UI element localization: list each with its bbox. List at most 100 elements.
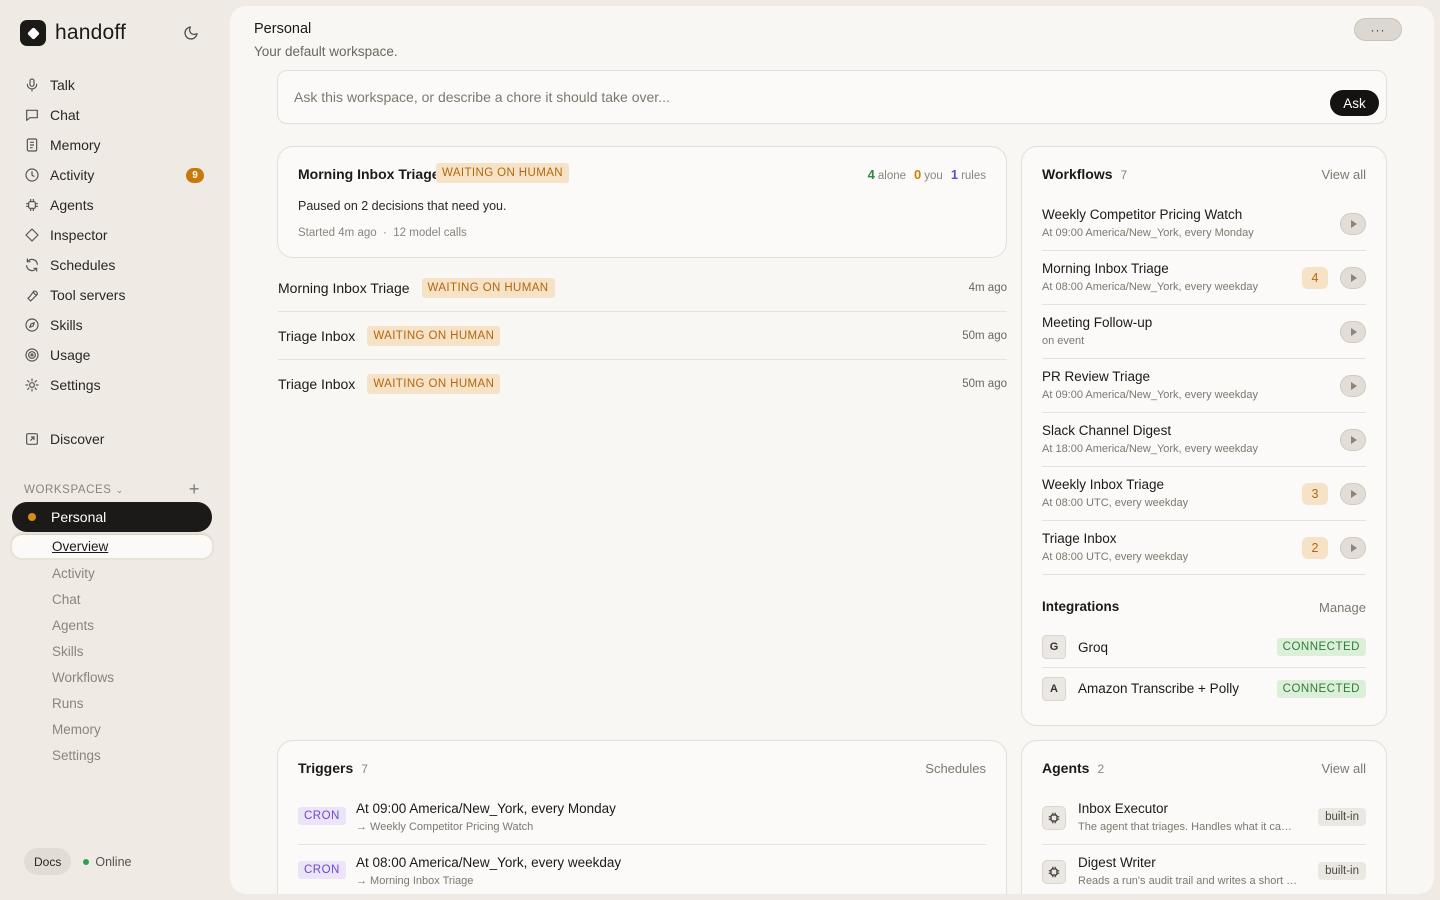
workflows-view-all-link[interactable]: View all: [1321, 167, 1366, 182]
more-options-button[interactable]: ···: [1354, 18, 1402, 41]
play-icon[interactable]: [1340, 267, 1366, 289]
ask-button[interactable]: Ask: [1330, 90, 1379, 116]
integration-name: Groq: [1078, 639, 1109, 655]
memory-icon: [26, 138, 38, 152]
play-icon[interactable]: [1340, 483, 1366, 505]
clock-icon: [25, 168, 39, 182]
status-badge: CONNECTED: [1276, 679, 1366, 698]
agent-row[interactable]: Inbox Executor The agent that triages. H…: [1042, 791, 1366, 845]
agents-view-all-link[interactable]: View all: [1321, 761, 1366, 776]
sidebar: handoff Talk Chat Memory Activity 9 Agen…: [0, 0, 230, 900]
ws-sub-runs[interactable]: Runs: [12, 690, 212, 716]
run-row[interactable]: Triage Inbox WAITING ON HUMAN 50m ago: [278, 360, 1007, 408]
status-badge: WAITING ON HUMAN: [367, 374, 501, 394]
trigger-target: → Morning Inbox Triage: [356, 875, 474, 887]
agent-icon: [26, 199, 38, 211]
trigger-row[interactable]: CRON At 09:00 America/New_York, every Mo…: [298, 791, 986, 845]
workflow-row[interactable]: Weekly Competitor Pricing Watch At 09:00…: [1042, 197, 1366, 251]
run-row[interactable]: Morning Inbox Triage WAITING ON HUMAN 4m…: [278, 264, 1007, 312]
trigger-schedule: At 08:00 America/New_York, every weekday: [356, 855, 622, 870]
ws-sub-agents[interactable]: Agents: [12, 612, 212, 638]
stat-alone: 4 alone: [867, 167, 907, 182]
chat-icon: [26, 109, 38, 121]
ws-sub-memory[interactable]: Memory: [12, 716, 212, 742]
agent-row[interactable]: Digest Writer Reads a run's audit trail …: [1042, 845, 1366, 894]
nav-label: Activity: [50, 167, 95, 183]
online-status: Online: [83, 855, 131, 869]
integration-row[interactable]: G Groq CONNECTED: [1042, 627, 1366, 668]
nav-item-talk[interactable]: Talk: [12, 70, 212, 100]
triggers-card: Triggers 7 Schedules CRON At 09:00 Americ…: [277, 740, 1007, 894]
page-description: Your default workspace.: [254, 44, 398, 59]
nav-item-tool-servers[interactable]: Tool servers: [12, 280, 212, 310]
workspace-current[interactable]: Personal: [12, 502, 212, 532]
ws-sub-workflows[interactable]: Workflows: [12, 664, 212, 690]
workflow-row[interactable]: Meeting Follow-up on event: [1042, 305, 1366, 359]
ws-sub-overview[interactable]: Overview: [12, 534, 212, 558]
nav-item-settings[interactable]: Settings: [12, 370, 212, 400]
workspaces-header[interactable]: WORKSPACES ⌄ +: [24, 479, 200, 500]
nav-label: Chat: [50, 107, 80, 123]
integrations-manage-link[interactable]: Manage: [1319, 600, 1366, 615]
add-workspace-icon[interactable]: +: [189, 479, 200, 500]
trigger-schedule: At 09:00 America/New_York, every Monday: [356, 801, 616, 816]
brand-logo-icon: [20, 20, 46, 46]
play-icon[interactable]: [1340, 429, 1366, 451]
ws-sub-activity[interactable]: Activity: [12, 560, 212, 586]
run-time: 4m ago: [968, 281, 1007, 294]
workflows-count: 7: [1120, 168, 1128, 182]
external-link-icon: [26, 433, 38, 445]
ask-input[interactable]: [294, 86, 1294, 108]
ws-sub-skills[interactable]: Skills: [12, 638, 212, 664]
workflow-row[interactable]: Morning Inbox Triage At 08:00 America/Ne…: [1042, 251, 1366, 305]
workflow-row[interactable]: PR Review Triage At 09:00 America/New_Yo…: [1042, 359, 1366, 413]
run-started: Started 4m ago: [298, 227, 377, 239]
nav-label: Memory: [50, 137, 101, 153]
featured-run-card[interactable]: Morning Inbox Triage WAITING ON HUMAN 4a…: [277, 146, 1007, 258]
ws-sub-settings[interactable]: Settings: [12, 742, 212, 768]
integration-row[interactable]: A Amazon Transcribe + Polly CONNECTED: [1042, 668, 1366, 709]
target-icon: [25, 348, 39, 362]
nav-item-chat[interactable]: Chat: [12, 100, 212, 130]
workspace-name: Personal: [51, 509, 107, 525]
moon-icon[interactable]: [183, 25, 199, 41]
brand[interactable]: handoff: [20, 20, 126, 46]
nav-label: Schedules: [50, 257, 116, 273]
nav-label: Tool servers: [50, 287, 126, 303]
stat-rules: 1 rules: [950, 167, 986, 182]
play-icon[interactable]: [1340, 375, 1366, 397]
trigger-row[interactable]: CRON At 08:00 America/New_York, every we…: [298, 845, 986, 894]
triggers-schedules-link[interactable]: Schedules: [925, 761, 986, 776]
docs-button[interactable]: Docs: [24, 848, 72, 875]
play-icon[interactable]: [1340, 213, 1366, 235]
integrations-title: Integrations: [1042, 599, 1120, 614]
triggers-count: 7: [361, 762, 368, 776]
nav-item-discover[interactable]: Discover: [12, 424, 212, 454]
workflow-row[interactable]: Slack Channel Digest At 18:00 America/Ne…: [1042, 413, 1366, 467]
nav-label: Discover: [50, 431, 105, 447]
agents-title: Agents 2: [1042, 760, 1105, 776]
nav-item-usage[interactable]: Usage: [12, 340, 212, 370]
play-icon[interactable]: [1340, 321, 1366, 343]
workflow-row[interactable]: Weekly Inbox Triage At 08:00 UTC, every …: [1042, 467, 1366, 521]
play-icon[interactable]: [1340, 537, 1366, 559]
run-row[interactable]: Triage Inbox WAITING ON HUMAN 50m ago: [278, 312, 1007, 360]
workflow-schedule: At 18:00 America/New_York, every weekday: [1042, 443, 1259, 455]
nav-item-skills[interactable]: Skills: [12, 310, 212, 340]
workflow-name: Meeting Follow-up: [1042, 315, 1153, 330]
status-badge: WAITING ON HUMAN: [367, 325, 501, 346]
nav-item-inspector[interactable]: Inspector: [12, 220, 212, 250]
workflow-name: Morning Inbox Triage: [1042, 261, 1169, 276]
workflow-row[interactable]: Triage Inbox At 08:00 UTC, every weekday…: [1042, 521, 1366, 575]
nav-label: Skills: [50, 317, 83, 333]
nav-item-memory[interactable]: Memory: [12, 130, 212, 160]
nav-item-schedules[interactable]: Schedules: [12, 250, 212, 280]
featured-run-title: Morning Inbox Triage: [298, 166, 440, 182]
nav-item-agents[interactable]: Agents: [12, 190, 212, 220]
nav-label: Agents: [50, 197, 94, 213]
ws-sub-chat[interactable]: Chat: [12, 586, 212, 612]
nav-item-activity[interactable]: Activity 9: [12, 160, 212, 190]
run-time: 50m ago: [962, 378, 1007, 390]
workflow-schedule: At 08:00 UTC, every weekday: [1042, 497, 1189, 509]
workflow-name: PR Review Triage: [1042, 369, 1151, 384]
